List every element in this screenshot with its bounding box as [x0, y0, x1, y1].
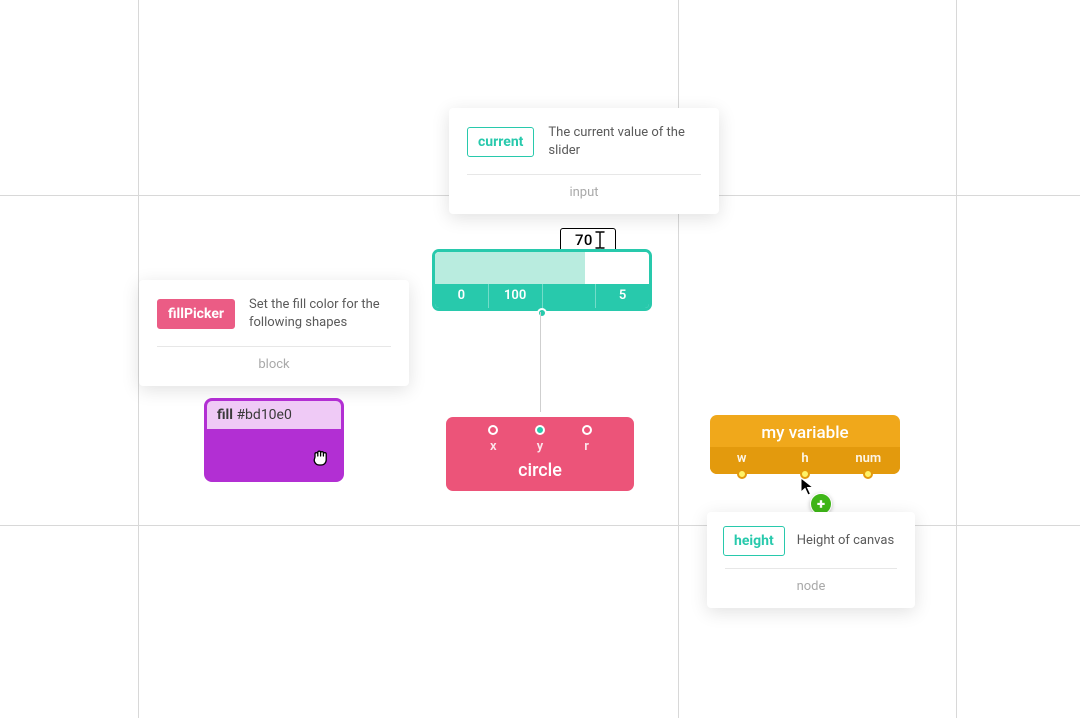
arrow-cursor-icon — [800, 477, 816, 497]
variable-node[interactable]: my variable w h num — [710, 415, 900, 474]
tooltip-footer: node — [707, 569, 915, 608]
slider-min[interactable]: 0 — [435, 284, 489, 308]
slider-step[interactable]: 5 — [596, 284, 649, 308]
port-icon[interactable] — [737, 469, 747, 479]
tooltip-fillpicker: fillPicker Set the fill color for the fo… — [139, 280, 409, 386]
tooltip-current: current The current value of the slider … — [449, 108, 719, 214]
tooltip-badge: fillPicker — [157, 299, 235, 329]
fill-block-header: fill #bd10e0 — [207, 401, 341, 429]
slider-node[interactable]: 0 100 5 — [432, 249, 652, 311]
tooltip-height: height Height of canvas node — [707, 512, 915, 608]
grid-line — [0, 525, 1080, 526]
fill-label: fill — [217, 407, 233, 423]
var-output-h[interactable]: h — [773, 447, 836, 474]
var-output-num[interactable]: num — [837, 447, 900, 474]
slider-value: 70 — [575, 231, 593, 249]
variable-title: my variable — [710, 415, 900, 447]
tooltip-desc: Set the fill color for the following sha… — [249, 296, 391, 332]
tooltip-desc: The current value of the slider — [548, 124, 701, 160]
circle-input-y[interactable]: y — [535, 425, 545, 454]
connection-line — [540, 312, 541, 412]
slider-output-port[interactable] — [537, 308, 547, 318]
input-label: x — [490, 439, 497, 454]
circle-input-x[interactable]: x — [488, 425, 498, 454]
slider-empty[interactable] — [543, 284, 597, 308]
circle-node[interactable]: x y r circle — [446, 417, 634, 491]
port-icon[interactable] — [488, 425, 498, 435]
port-icon[interactable] — [863, 469, 873, 479]
circle-input-r[interactable]: r — [582, 425, 592, 454]
output-label: num — [855, 451, 881, 466]
port-icon[interactable] — [582, 425, 592, 435]
output-label: w — [737, 451, 747, 466]
grid-line — [956, 0, 957, 718]
input-label: y — [537, 439, 543, 454]
circle-title: circle — [446, 458, 634, 481]
slider-max[interactable]: 100 — [489, 284, 543, 308]
text-cursor-icon — [595, 231, 605, 249]
tooltip-badge: current — [467, 127, 534, 157]
tooltip-footer: input — [449, 175, 719, 214]
tooltip-footer: block — [139, 347, 409, 386]
port-icon[interactable] — [535, 425, 545, 435]
fill-block[interactable]: fill #bd10e0 — [204, 398, 344, 482]
tooltip-desc: Height of canvas — [797, 532, 894, 550]
fill-color-value: #bd10e0 — [236, 407, 291, 423]
slider-fill — [435, 252, 585, 284]
input-label: r — [584, 439, 589, 454]
grab-cursor-icon — [309, 445, 333, 473]
var-output-w[interactable]: w — [710, 447, 773, 474]
plus-icon: + — [817, 497, 825, 512]
slider-params: 0 100 5 — [435, 284, 649, 308]
output-label: h — [801, 451, 808, 466]
slider-track[interactable] — [435, 252, 649, 284]
tooltip-badge: height — [723, 526, 785, 556]
